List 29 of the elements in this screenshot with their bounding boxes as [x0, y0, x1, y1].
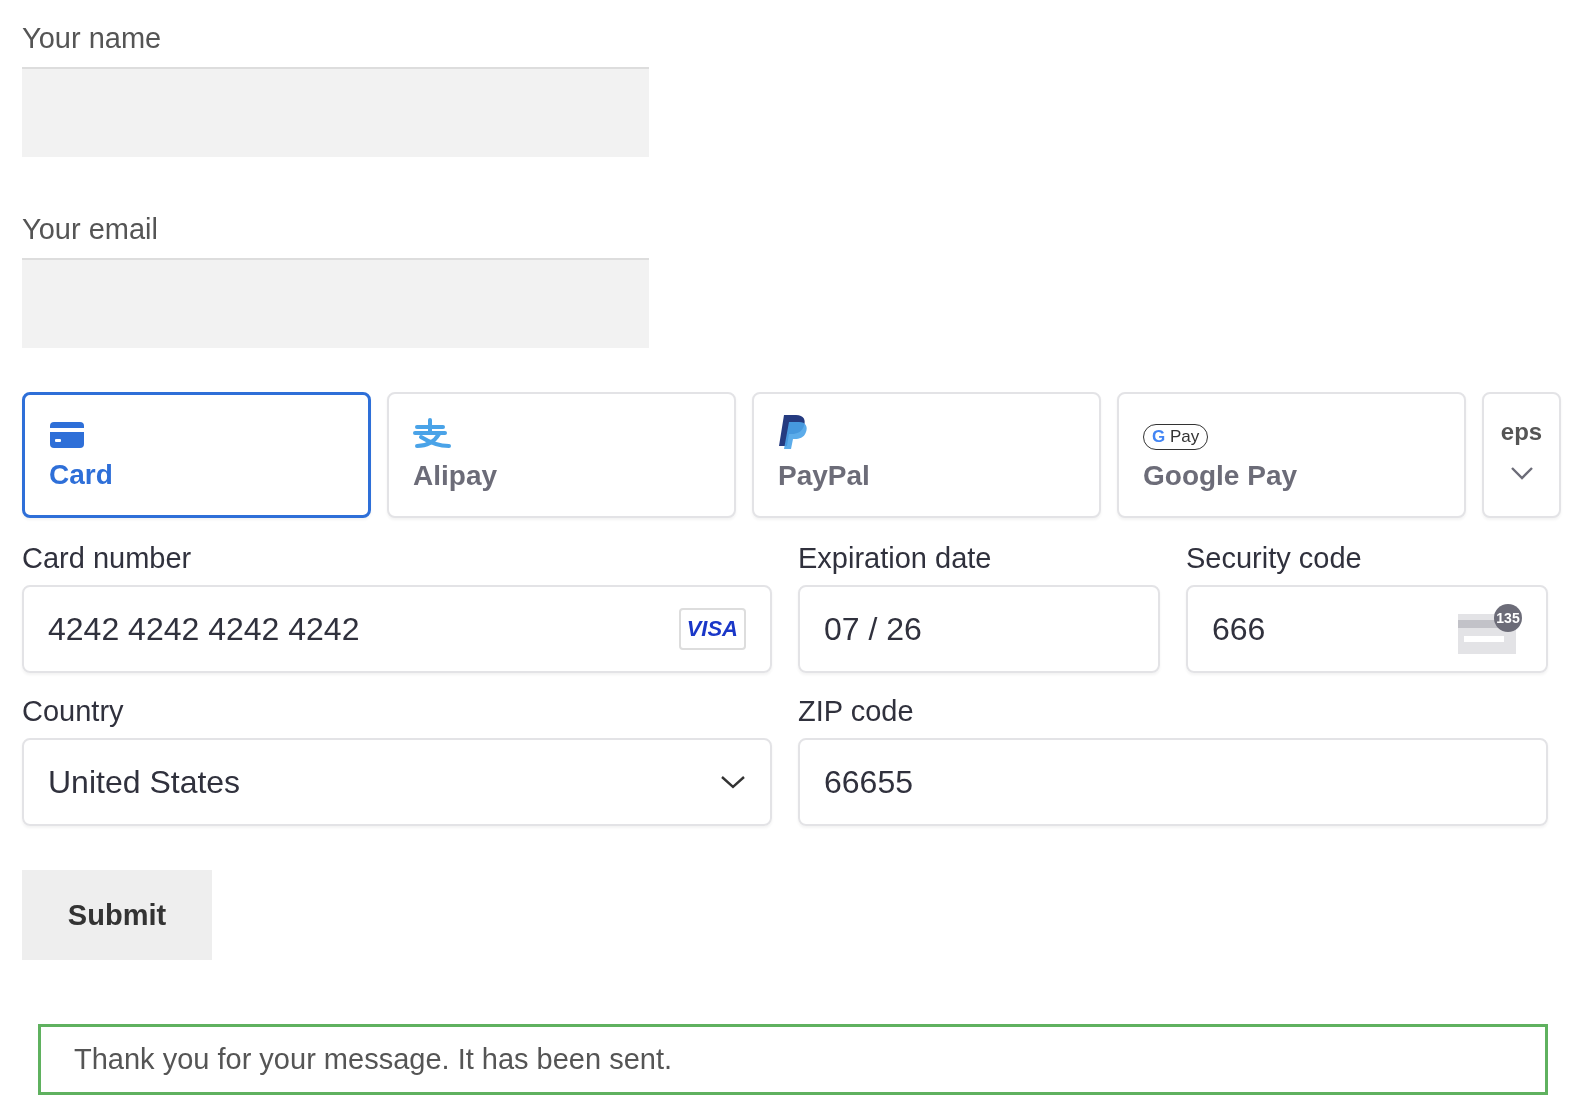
card-back-icon: 135	[1458, 604, 1522, 654]
payment-method-tab[interactable]: Alipay	[387, 392, 736, 518]
chevron-down-icon	[720, 774, 746, 790]
visa-logo: VISA	[678, 608, 746, 650]
input-field[interactable]: 07 / 26	[798, 585, 1160, 673]
credit-card-icon	[49, 421, 85, 449]
submit-button[interactable]: Submit	[22, 870, 212, 960]
field-label: ZIP code	[798, 695, 915, 728]
chevron-down-icon	[1509, 466, 1534, 480]
field-label: Your email	[22, 213, 159, 246]
field-label: Security code	[1186, 542, 1363, 575]
payment-method-tab[interactable]: Card	[22, 392, 371, 518]
field-label: Card number	[22, 542, 193, 575]
eps-logo: eps	[1500, 418, 1543, 446]
input-field[interactable]: 666 135	[1186, 585, 1548, 673]
country-dropdown[interactable]: United States	[22, 738, 772, 826]
field-label: Your name	[22, 22, 163, 55]
paypal-logo-icon	[778, 414, 808, 450]
text-input-field[interactable]	[22, 67, 649, 157]
field-label: Expiration date	[798, 542, 993, 575]
text-input-field[interactable]	[22, 258, 649, 348]
field-label: Country	[22, 695, 125, 728]
payment-method-tab[interactable]: PayPal	[752, 392, 1101, 518]
payment-method-tab[interactable]: G Pay Google Pay	[1117, 392, 1466, 518]
success-message: Thank you for your message. It has been sent.	[38, 1024, 1548, 1095]
input-field[interactable]: 66655	[798, 738, 1548, 826]
character-icon	[413, 418, 451, 450]
input-field[interactable]: 4242 4242 4242 4242 VISA	[22, 585, 772, 673]
payment-method-tab[interactable]: eps	[1482, 392, 1561, 518]
